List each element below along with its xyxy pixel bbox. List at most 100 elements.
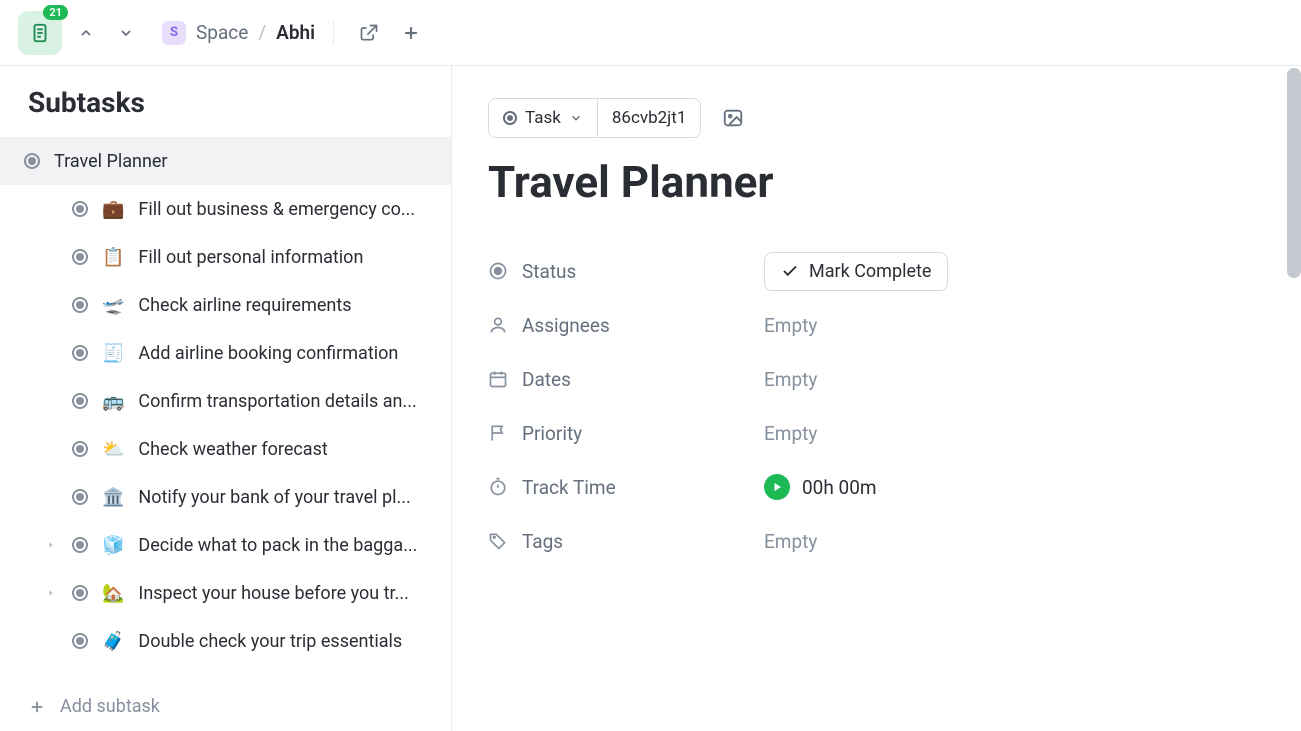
status-icon (488, 261, 508, 281)
cover-image-button[interactable] (713, 98, 753, 138)
subtask-emoji: 🧳 (102, 631, 124, 652)
priority-label: Priority (522, 422, 582, 445)
subtask-emoji: 📋 (102, 247, 124, 268)
subtask-row[interactable]: 🧳Double check your trip essentials (0, 617, 451, 665)
nav-back-button[interactable] (70, 17, 102, 49)
page-title[interactable]: Travel Planner (488, 156, 1265, 208)
chevron-down-icon (569, 111, 583, 125)
subtask-label: Confirm transportation details an... (138, 391, 433, 412)
subtask-label: Add airline booking confirmation (138, 343, 433, 364)
status-circle-icon[interactable] (72, 633, 88, 649)
status-circle-icon[interactable] (72, 489, 88, 505)
subtask-row[interactable]: 🧾 Add airline booking confirmation (0, 329, 451, 377)
subtask-emoji: 💼 (102, 199, 124, 220)
plus-icon (28, 698, 46, 716)
subtask-row[interactable]: 🚌 Confirm transportation details an... (0, 377, 451, 425)
subtask-row[interactable]: 💼 Fill out business & emergency co... (0, 185, 451, 233)
field-track-time[interactable]: Track Time 00h 00m (488, 460, 1265, 514)
stopwatch-icon (488, 477, 508, 497)
subtask-row[interactable]: 🏡Inspect your house before you tr... (0, 569, 451, 617)
add-subtask-label: Add subtask (60, 696, 160, 717)
subtask-label: Notify your bank of your travel pl... (138, 487, 433, 508)
tag-icon (488, 531, 508, 551)
sidebar-title: Subtasks (0, 66, 451, 137)
status-circle-icon[interactable] (72, 585, 88, 601)
detail-header: Task 86cvb2jt1 (488, 98, 1265, 138)
breadcrumb-space[interactable]: Space (196, 21, 248, 44)
subtask-emoji: 🛫 (102, 295, 124, 316)
open-external-button[interactable] (352, 16, 386, 50)
subtask-emoji: 🚌 (102, 391, 124, 412)
subtask-row[interactable]: 📋 Fill out personal information (0, 233, 451, 281)
assignees-label: Assignees (522, 314, 610, 337)
status-label: Status (522, 260, 576, 283)
breadcrumb-separator: / (258, 21, 266, 44)
caret-right-icon (46, 540, 56, 550)
status-dot-icon (503, 111, 517, 125)
status-circle-icon[interactable] (72, 297, 88, 313)
assignees-value: Empty (764, 314, 817, 337)
add-subtask-button[interactable]: Add subtask (0, 682, 451, 731)
subtask-emoji: 🏡 (102, 583, 124, 604)
play-icon (771, 481, 783, 493)
expand-toggle[interactable] (44, 588, 58, 598)
play-timer-button[interactable] (764, 474, 790, 500)
mark-complete-button[interactable]: Mark Complete (764, 252, 948, 291)
subtask-label: Decide what to pack in the bagga... (138, 535, 433, 556)
status-circle-icon[interactable] (72, 537, 88, 553)
field-dates[interactable]: Dates Empty (488, 352, 1265, 406)
field-tags[interactable]: Tags Empty (488, 514, 1265, 568)
space-icon: S (162, 21, 186, 45)
nav-forward-button[interactable] (110, 17, 142, 49)
subtask-label: Check airline requirements (138, 295, 433, 316)
subtask-row[interactable]: Travel Planner (0, 137, 451, 185)
subtask-emoji: 🧾 (102, 343, 124, 364)
subtask-emoji: 🧊 (102, 535, 124, 556)
subtask-label: Fill out personal information (138, 247, 433, 268)
subtask-row[interactable]: 🧊 Decide what to pack in the bagga... (0, 521, 451, 569)
dates-value: Empty (764, 368, 817, 391)
app-badge[interactable]: 21 (18, 11, 62, 55)
breadcrumb: S Space / Abhi (162, 21, 315, 45)
plus-icon (401, 23, 421, 43)
status-circle-icon[interactable] (72, 345, 88, 361)
subtask-label: Travel Planner (54, 151, 433, 172)
task-id-pill[interactable]: 86cvb2jt1 (597, 99, 701, 137)
subtask-row[interactable]: ⛅Check weather forecast (0, 425, 451, 473)
chevron-up-icon (78, 25, 94, 41)
task-type-group: Task 86cvb2jt1 (488, 98, 701, 138)
mark-complete-label: Mark Complete (809, 261, 931, 282)
status-circle-icon[interactable] (72, 393, 88, 409)
task-id: 86cvb2jt1 (612, 108, 687, 128)
sidebar: Subtasks Travel Planner 💼 Fill out busines… (0, 66, 452, 731)
subtask-emoji: 🏛️ (102, 487, 124, 508)
subtask-label: Check weather forecast (138, 439, 433, 460)
field-assignees[interactable]: Assignees Empty (488, 298, 1265, 352)
task-type-selector[interactable]: Task (489, 99, 597, 137)
subtask-label: Fill out business & emergency co... (138, 199, 433, 220)
main-split: Subtasks Travel Planner 💼 Fill out busines… (0, 66, 1301, 731)
field-status: Status Mark Complete (488, 244, 1265, 298)
task-type-label: Task (525, 108, 561, 128)
check-icon (781, 262, 799, 280)
flag-icon (488, 423, 508, 443)
subtask-row[interactable]: 🛫 Check airline requirements (0, 281, 451, 329)
expand-toggle[interactable] (44, 540, 58, 550)
priority-value: Empty (764, 422, 817, 445)
subtask-list: Travel Planner 💼 Fill out business & emerg… (0, 137, 451, 682)
field-priority[interactable]: Priority Empty (488, 406, 1265, 460)
status-circle-icon[interactable] (24, 153, 40, 169)
dates-label: Dates (522, 368, 571, 391)
top-bar: 21 S Space / Abhi (0, 0, 1301, 66)
scrollbar-thumb[interactable] (1287, 68, 1301, 278)
status-circle-icon[interactable] (72, 249, 88, 265)
new-button[interactable] (394, 16, 428, 50)
subtask-row[interactable]: 🏛️ Notify your bank of your travel pl... (0, 473, 451, 521)
status-circle-icon[interactable] (72, 201, 88, 217)
breadcrumb-current[interactable]: Abhi (276, 21, 315, 44)
track-time-value: 00h 00m (802, 476, 877, 499)
status-circle-icon[interactable] (72, 441, 88, 457)
notification-count: 21 (43, 5, 68, 20)
calendar-icon (488, 369, 508, 389)
tags-label: Tags (522, 530, 563, 553)
